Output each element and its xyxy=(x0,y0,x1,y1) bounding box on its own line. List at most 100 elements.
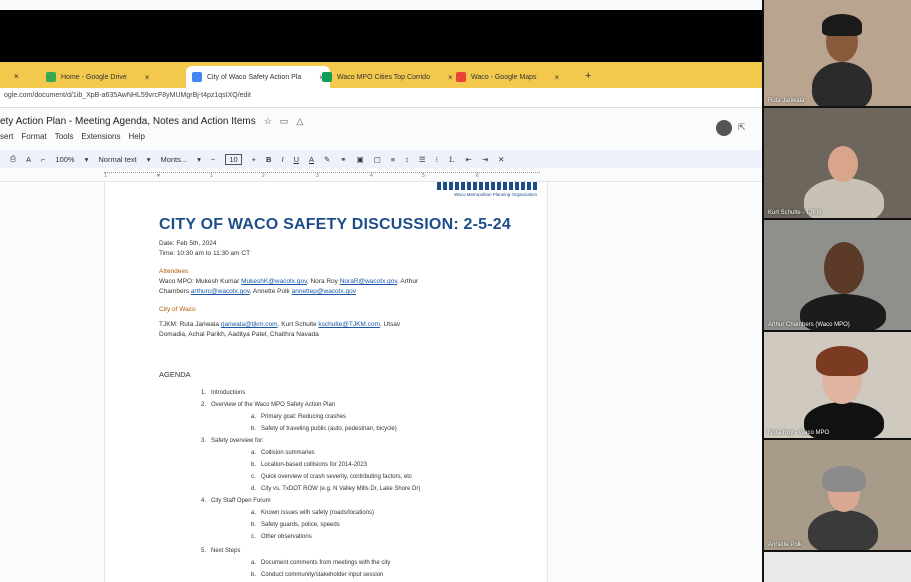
agenda-subitem: c. Quick overview of crash severity, cont… xyxy=(251,474,412,480)
checklist-icon[interactable]: ☰ xyxy=(419,155,426,164)
cloud-status-icon[interactable]: △ xyxy=(296,116,303,127)
email-link[interactable]: NoraR@wacotx.gov xyxy=(340,278,397,285)
ruler-tick: 6 xyxy=(476,173,479,179)
participant-video xyxy=(808,510,878,550)
attendees-text: Chambers xyxy=(159,288,191,295)
city-label: City of Waco xyxy=(159,306,196,313)
ruler-tick: 1 xyxy=(104,173,107,179)
text-color-icon[interactable]: A xyxy=(309,155,314,164)
participant-name: Annette Polk xyxy=(768,542,803,548)
underline-icon[interactable]: U xyxy=(294,155,299,164)
clear-formatting-icon[interactable]: ✕ xyxy=(498,155,504,164)
new-tab-icon[interactable]: + xyxy=(585,70,591,82)
document-heading: CITY OF WACO SAFETY DISCUSSION: 2-5-24 xyxy=(159,216,511,233)
url-text[interactable]: ogle.com/document/d/1ib_XpB-a635AwNHL59v… xyxy=(4,92,251,99)
style-select[interactable]: Normal text xyxy=(98,155,136,164)
browser-tab-strip: × Home - Google Drive × City of Waco Saf… xyxy=(0,62,762,88)
link-icon[interactable]: ⚭ xyxy=(340,155,346,164)
tjkm-text: TJKM: Ruta Jariwala xyxy=(159,321,221,328)
tab-google-maps[interactable]: Waco - Google Maps × xyxy=(450,66,565,88)
close-tab-icon[interactable]: × xyxy=(145,73,150,82)
close-tab-icon[interactable]: × xyxy=(14,72,19,81)
tab-google-drive[interactable]: Home - Google Drive × xyxy=(40,66,155,88)
decrease-font-icon[interactable]: − xyxy=(211,155,215,164)
agenda-subitem: b. Conduct community/stakeholder input se… xyxy=(251,572,384,578)
line-spacing-icon[interactable]: ↕ xyxy=(405,155,409,164)
attendees-text: , Annette Polk xyxy=(249,288,292,295)
ruler-track: 1 ▼ 1 2 3 4 5 6 xyxy=(104,172,540,179)
email-link[interactable]: kschulte@TJKM.com xyxy=(318,321,380,328)
tab-safety-action-plan[interactable]: City of Waco Safety Action Pla × xyxy=(186,66,330,88)
tab-sheets-corridors[interactable]: Waco MPO Cities Top Corrido × xyxy=(316,66,459,88)
document-page[interactable]: Waco Metropolitan Planning Organization … xyxy=(104,182,548,582)
empty-tile-area xyxy=(764,552,911,582)
formatting-toolbar: ⎙ A ⌐ 100% ▾ Normal text ▾ Monts... ▾ − … xyxy=(0,150,762,168)
email-link[interactable]: annettep@wacotx.gov xyxy=(292,288,356,295)
agenda-subitem: d. City vs. TxDOT ROW (e.g. N Valley Mill… xyxy=(251,486,421,492)
document-title[interactable]: ety Action Plan - Meeting Agenda, Notes … xyxy=(0,116,256,127)
decrease-indent-icon[interactable]: ⇤ xyxy=(466,155,472,164)
star-icon[interactable]: ☆ xyxy=(264,116,272,127)
email-link[interactable]: rjariwala@tjkm.com xyxy=(221,321,278,328)
sheets-icon xyxy=(322,72,332,82)
meeting-time: Time: 10:30 am to 11:30 am CT xyxy=(159,250,251,257)
drive-icon xyxy=(46,72,56,82)
participant-tile[interactable]: Nora Roy - Waco MPO xyxy=(764,332,911,438)
chevron-down-icon: ▾ xyxy=(84,154,89,164)
italic-icon[interactable]: I xyxy=(281,155,283,164)
comment-icon[interactable]: ▣ xyxy=(357,155,364,164)
participant-tile[interactable]: Annette Polk xyxy=(764,440,911,550)
email-link[interactable]: MukeshK@wacotx.gov xyxy=(241,278,307,285)
bulleted-list-icon[interactable]: ⁝ xyxy=(436,155,438,164)
agenda-title: AGENDA xyxy=(159,370,191,379)
participant-hair xyxy=(816,346,868,376)
ruler[interactable]: 1 ▼ 1 2 3 4 5 6 xyxy=(0,168,762,182)
participant-tile[interactable]: Arthur Chambers (Waco MPO) xyxy=(764,220,911,330)
image-icon[interactable]: ▢ xyxy=(374,155,381,164)
numbered-list-icon[interactable]: ⒈ xyxy=(448,154,456,165)
email-link[interactable]: arthurc@wacotx.gov xyxy=(191,288,250,295)
move-folder-icon[interactable]: ▭ xyxy=(280,116,289,127)
menu-bar: sert Format Tools Extensions Help xyxy=(0,132,145,141)
highlight-icon[interactable]: ✎ xyxy=(324,155,330,164)
participant-name: Arthur Chambers (Waco MPO) xyxy=(768,322,850,328)
agenda-item: 5. Next Steps xyxy=(201,548,241,554)
increase-font-icon[interactable]: + xyxy=(252,155,256,164)
address-bar[interactable]: ogle.com/document/d/1ib_XpB-a635AwNHL59v… xyxy=(0,88,762,108)
menu-extensions[interactable]: Extensions xyxy=(81,132,120,141)
tjkm-text: , Kurt Schulte xyxy=(277,321,319,328)
attendees-line-1: Waco MPO: Mukesh Kumar MukeshK@wacotx.go… xyxy=(159,277,539,287)
menu-format[interactable]: Format xyxy=(21,132,46,141)
print-icon[interactable]: ⎙ xyxy=(10,154,16,164)
spellcheck-icon[interactable]: A xyxy=(26,155,31,164)
participant-tile[interactable]: Ruta Jariwala xyxy=(764,0,911,106)
maps-pin-icon xyxy=(456,72,466,82)
mpo-logo: Waco Metropolitan Planning Organization xyxy=(417,182,537,197)
close-tab-icon[interactable]: × xyxy=(555,73,560,82)
menu-help[interactable]: Help xyxy=(129,132,145,141)
attendees-text: Waco MPO: Mukesh Kumar xyxy=(159,278,242,285)
participant-name: Kurt Schulte - TJKM xyxy=(768,210,822,216)
participant-tile[interactable]: Kurt Schulte - TJKM xyxy=(764,108,911,218)
docs-icon xyxy=(192,72,202,82)
font-size-field[interactable]: 10 xyxy=(225,153,242,165)
agenda-subitem: a. Collision summaries xyxy=(251,450,315,456)
mpo-logo-text: Waco Metropolitan Planning Organization xyxy=(454,192,537,197)
font-select[interactable]: Monts... xyxy=(160,155,187,164)
align-icon[interactable]: ≡ xyxy=(391,155,395,164)
tab-label: Waco - Google Maps xyxy=(471,73,537,81)
bold-icon[interactable]: B xyxy=(266,155,271,164)
account-avatar[interactable] xyxy=(716,120,732,136)
menu-insert[interactable]: sert xyxy=(0,132,13,141)
participant-hair xyxy=(822,14,862,36)
tjkm-line-2: Domadia, Achal Parikh, Aaditya Patel, Ch… xyxy=(159,331,319,338)
zoom-select[interactable]: 100% xyxy=(55,155,74,164)
menu-tools[interactable]: Tools xyxy=(55,132,74,141)
increase-indent-icon[interactable]: ⇥ xyxy=(482,155,488,164)
ruler-tick: 3 xyxy=(316,173,319,179)
attendees-text: , Nora Roy xyxy=(306,278,340,285)
attendees-text: , Arthur xyxy=(397,278,419,285)
indent-marker-icon[interactable]: ▼ xyxy=(156,173,161,179)
present-icon[interactable]: ⇱ xyxy=(738,122,746,133)
paint-format-icon[interactable]: ⌐ xyxy=(41,155,45,164)
